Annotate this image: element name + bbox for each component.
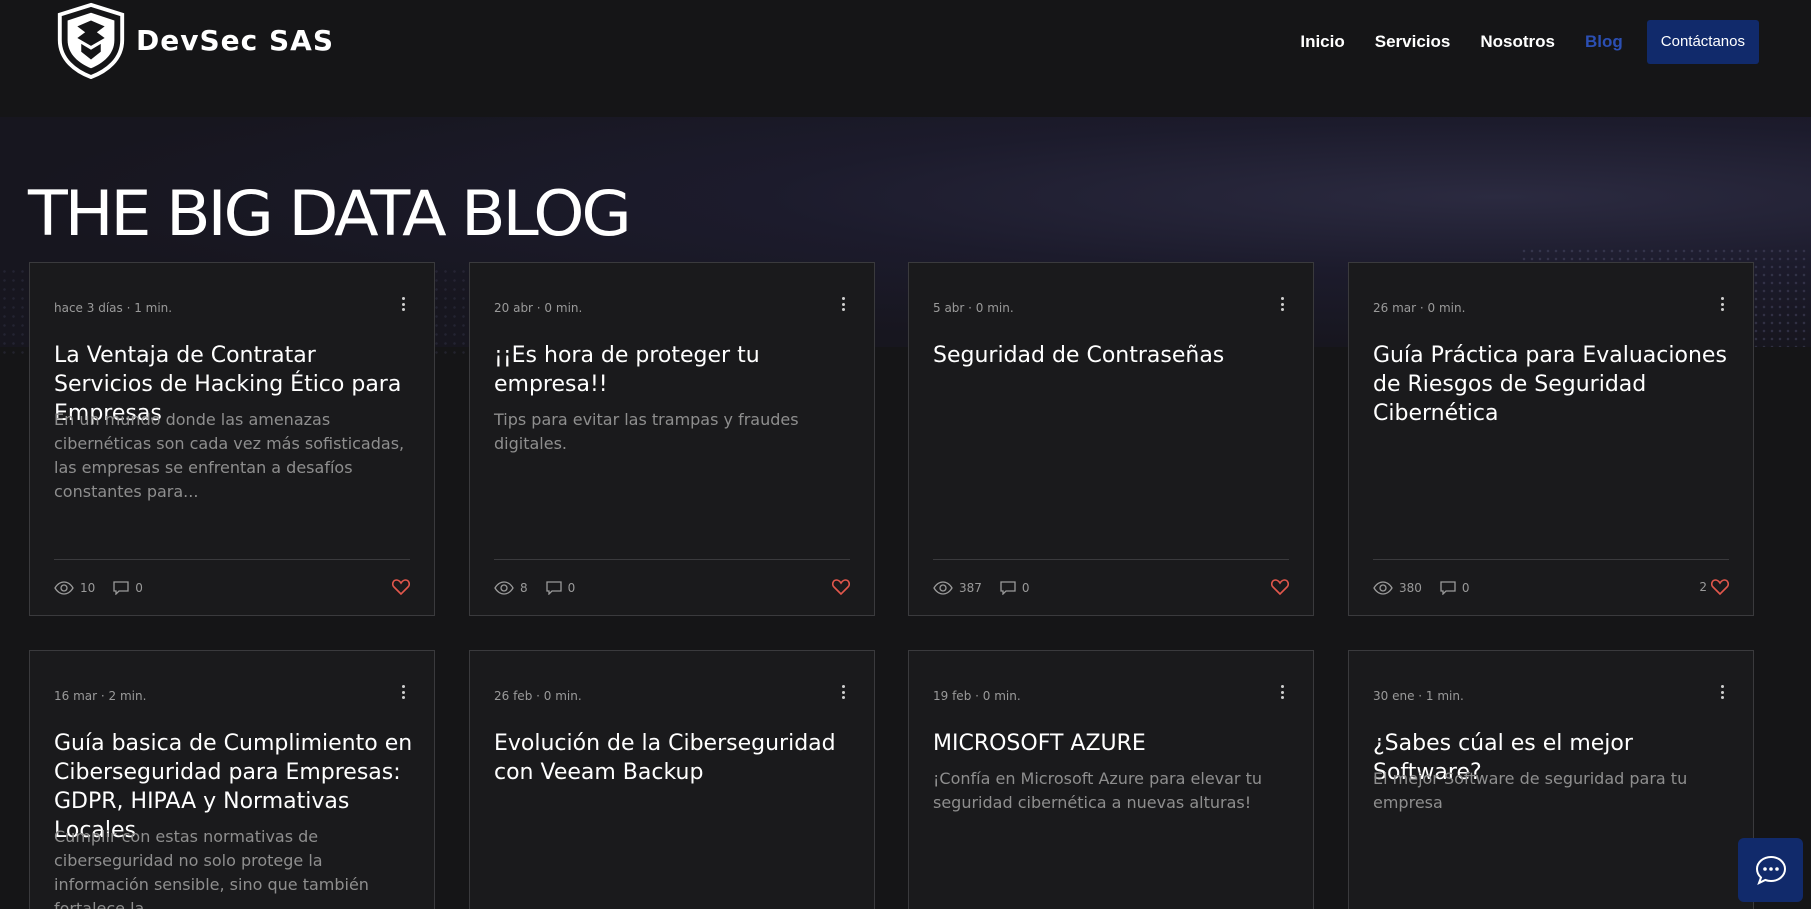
post-title[interactable]: Seguridad de Contraseñas [933,341,1293,370]
nav-link-blog[interactable]: Blog [1585,32,1623,52]
post-title[interactable]: ¡¡Es hora de proteger tu empresa!! [494,341,854,399]
post-meta: 26 feb · 0 min. [494,689,582,703]
nav-link-servicios[interactable]: Servicios [1375,32,1451,52]
card-divider [1373,559,1729,560]
post-title[interactable]: Evolución de la Ciberseguridad con Veeam… [494,729,854,787]
page-title: THE BIG DATA BLOG [28,177,632,250]
comment-icon [545,581,562,595]
post-meta: 20 abr · 0 min. [494,301,583,315]
heart-icon[interactable] [1711,579,1729,595]
heart-icon[interactable] [1271,579,1289,595]
heart-icon[interactable] [832,579,850,595]
card-divider [54,559,410,560]
blog-post-card[interactable]: 26 feb · 0 min. Evolución de la Cibersegu… [469,650,875,909]
comments-count: 0 [1000,581,1030,595]
post-meta: 19 feb · 0 min. [933,689,1021,703]
more-options-icon[interactable] [842,685,846,701]
eye-icon [494,581,514,595]
brand-logo[interactable]: DevSec SAS [52,0,334,80]
shield-logo-icon [57,2,125,79]
post-excerpt: Tips para evitar las trampas y fraudes d… [494,410,799,453]
more-options-icon[interactable] [1721,685,1725,701]
blog-post-card[interactable]: 16 mar · 2 min. Guía basica de Cumplimien… [29,650,435,909]
heart-icon[interactable] [392,579,410,595]
like-button[interactable] [1267,579,1289,595]
site-header: DevSec SAS Inicio Servicios Nosotros Blo… [0,0,1811,117]
post-stats: 387 0 [933,581,1048,595]
likes-count: 2 [1699,580,1707,594]
blog-post-card[interactable]: 26 mar · 0 min. Guía Práctica para Evalua… [1348,262,1754,616]
post-excerpt: En un mundo donde las amenazas cibernéti… [54,410,405,501]
post-stats: 80 [494,581,593,595]
comments-count: 0 [113,581,143,595]
more-options-icon[interactable] [402,297,406,313]
chat-bubble-icon [1755,855,1786,885]
like-button[interactable] [828,579,850,595]
card-divider [933,559,1289,560]
post-meta: 26 mar · 0 min. [1373,301,1466,315]
blog-post-card[interactable]: hace 3 días · 1 min. La Ventaja de Contra… [29,262,435,616]
post-excerpt: Cumplir con estas normativas de ciberseg… [54,827,369,909]
post-stats: 380 0 [1373,581,1488,595]
comment-icon [1000,581,1016,595]
views-count: 10 [54,581,95,595]
post-excerpt: ¡Confía en Microsoft Azure para elevar t… [933,769,1263,812]
comment-icon [113,581,129,595]
contact-button[interactable]: Contáctanos [1646,20,1759,64]
nav-link-inicio[interactable]: Inicio [1300,32,1344,52]
more-options-icon[interactable] [1281,685,1285,701]
eye-icon [1373,581,1393,595]
comments-count: 0 [545,581,575,595]
blog-post-card[interactable]: 5 abr · 0 min. Seguridad de Contraseñas 38… [908,262,1314,616]
main-nav: Inicio Servicios Nosotros Blog Contáctan… [1270,20,1759,64]
like-button[interactable]: 2 [1699,579,1729,595]
brand-name: DevSec SAS [136,23,334,57]
comments-count: 0 [1440,581,1470,595]
views-count: 387 [933,581,982,595]
post-meta: 30 ene · 1 min. [1373,689,1464,703]
chat-button[interactable] [1738,838,1803,902]
views-count: 380 [1373,581,1422,595]
comment-icon [1440,581,1456,595]
post-meta: hace 3 días · 1 min. [54,301,173,315]
more-options-icon[interactable] [1281,297,1285,313]
nav-link-nosotros[interactable]: Nosotros [1480,32,1555,52]
more-options-icon[interactable] [842,297,846,313]
blog-post-card[interactable]: 19 feb · 0 min. MICROSOFT AZURE ¡Confía en… [908,650,1314,909]
more-options-icon[interactable] [402,685,406,701]
post-title[interactable]: Guía Práctica para Evaluaciones de Riesg… [1373,341,1733,428]
eye-icon [933,581,953,595]
post-excerpt: El mejor Software de seguridad para tu e… [1373,769,1688,812]
blog-post-card[interactable]: 30 ene · 1 min. ¿Sabes cúal es el mejor S… [1348,650,1754,909]
card-divider [494,559,850,560]
post-title[interactable]: MICROSOFT AZURE [933,729,1293,758]
post-stats: 10 0 [54,581,161,595]
eye-icon [54,581,74,595]
views-count: 8 [494,581,528,595]
blog-post-card[interactable]: 20 abr · 0 min. ¡¡Es hora de proteger tu … [469,262,875,616]
post-meta: 5 abr · 0 min. [933,301,1014,315]
post-meta: 16 mar · 2 min. [54,689,147,703]
like-button[interactable] [388,579,410,595]
more-options-icon[interactable] [1721,297,1725,313]
